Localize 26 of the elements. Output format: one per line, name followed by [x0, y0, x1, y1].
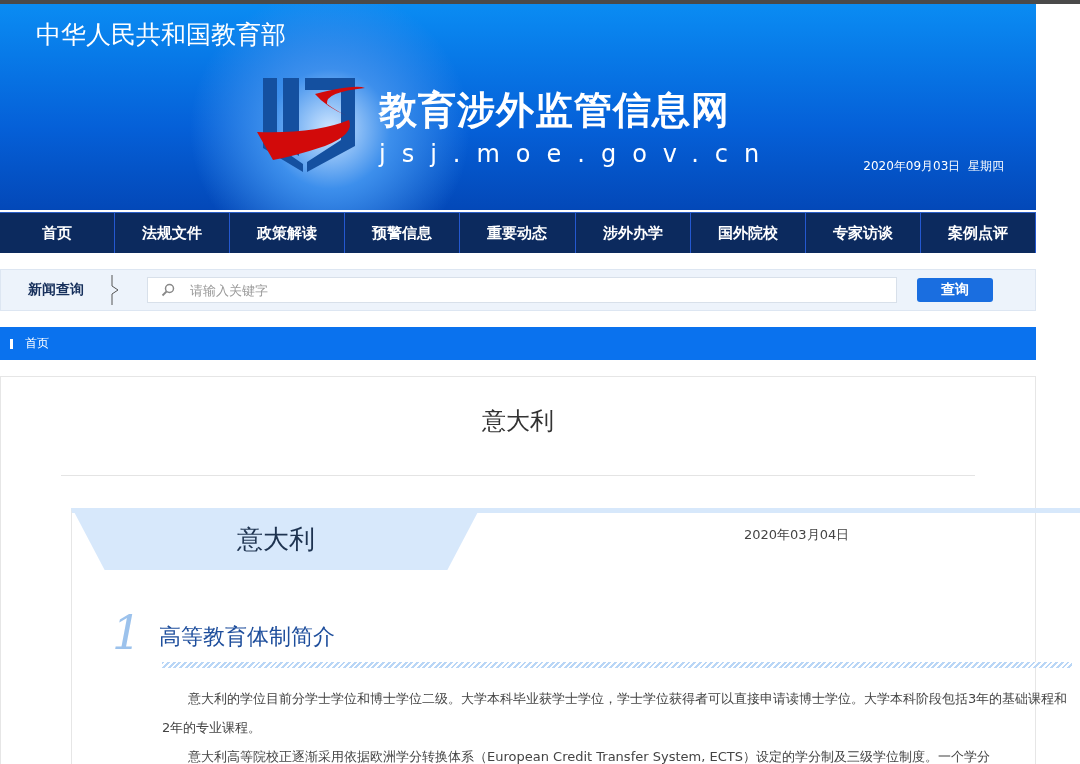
site-title: 教育涉外监管信息网 [379, 85, 731, 134]
chevron-icon [111, 274, 119, 306]
nav-link[interactable]: 重要动态 [460, 213, 576, 253]
search-field[interactable]: 请输入关键字 [147, 277, 897, 303]
current-date: 2020年09月03日 星期四 [863, 158, 1004, 175]
nav-link[interactable]: 涉外办学 [575, 213, 691, 253]
nav-link[interactable]: 政策解读 [230, 213, 346, 253]
article-date: 2020年03月04日 [744, 526, 850, 544]
nav-link[interactable]: 专家访谈 [805, 213, 921, 253]
nav-link[interactable]: 案例点评 [920, 213, 1036, 253]
section-heading: 高等教育体制简介 [159, 623, 336, 651]
nav-link[interactable]: 国外院校 [690, 213, 806, 253]
breadcrumb-link[interactable]: 首页 [25, 335, 49, 352]
ministry-name: 中华人民共和国教育部 [36, 19, 286, 51]
section-number: 1 [112, 610, 142, 656]
site-url: jsj.moe.gov.cn [379, 139, 776, 168]
page-title: 意大利 [481, 406, 555, 437]
nav-link[interactable]: 法规文件 [115, 213, 231, 253]
search-icon [161, 283, 175, 297]
search-label: 新闻查询 [27, 281, 85, 299]
bar-icon [10, 338, 13, 349]
search-button[interactable]: 查询 [917, 278, 993, 302]
body-paragraph: 意大利高等院校正逐渐采用依据欧洲学分转换体系（European Credit Transfer System, ECTS）设定的学分制及三级学位制度。一个学分 [187, 748, 991, 764]
nav-link[interactable]: 预警信息 [345, 213, 461, 253]
nav-link[interactable]: 首页 [0, 213, 116, 253]
body-paragraph: 意大利的学位目前分学士学位和博士学位二级。大学本科毕业获学士学位，学士学位获得者可以直接申请读博士学位。大学本科阶段包括3年的基础课程和2年的专业课程。 [162, 690, 1069, 737]
